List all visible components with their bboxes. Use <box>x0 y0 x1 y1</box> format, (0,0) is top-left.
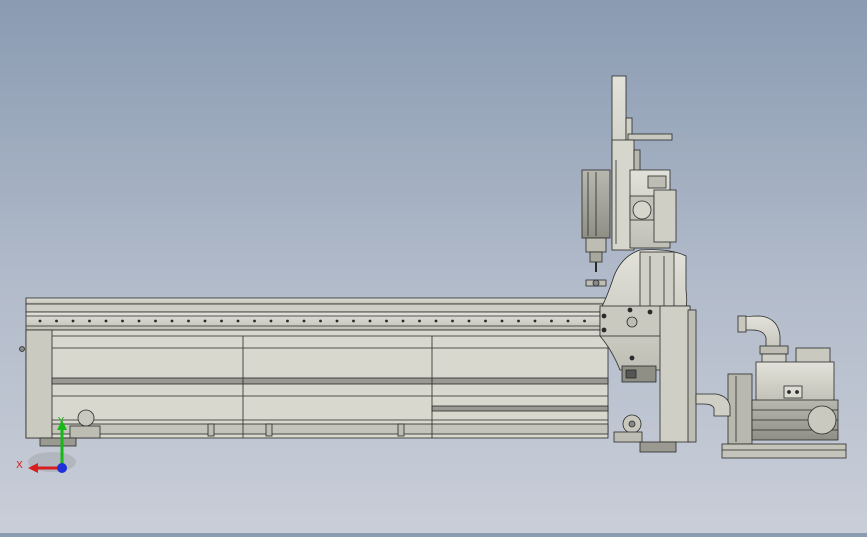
bed-bottom-beam <box>51 423 609 435</box>
pump-outlet-pipe <box>695 393 731 417</box>
bed-foot-left <box>39 437 77 447</box>
cad-drawing: Y X <box>16 75 847 473</box>
rack-tooth <box>187 319 190 323</box>
rack-tooth <box>368 319 372 323</box>
rack-tooth <box>286 319 289 323</box>
rack-tooth <box>154 319 157 323</box>
rack-tooth <box>401 319 405 323</box>
rack-tooth <box>88 319 91 323</box>
bed-end-plate <box>25 329 53 439</box>
rack-tooth <box>137 319 141 323</box>
spindle-collet <box>585 237 607 253</box>
gantry-frame <box>599 249 697 453</box>
rack-tooth <box>236 319 240 323</box>
rack-tooth <box>500 319 504 323</box>
rack-tooth <box>533 319 537 323</box>
z-axis-top-bracket <box>627 133 673 141</box>
bed-upper-rail <box>25 303 609 313</box>
bed-slot <box>51 377 609 385</box>
z-axis-bearing <box>632 200 652 220</box>
rack-tooth <box>203 319 207 323</box>
rack-tooth <box>302 319 306 323</box>
rack-tooth <box>550 319 553 323</box>
machine-bed <box>19 297 609 447</box>
cad-viewport[interactable]: Y X <box>0 0 867 533</box>
z-axis-indicator <box>57 463 67 473</box>
rack-tooth <box>319 319 322 323</box>
y-axis-label: Y <box>57 416 65 427</box>
rack-tooth <box>566 319 570 323</box>
rack-tooth <box>583 319 586 323</box>
bed-roller-left <box>77 409 95 427</box>
x-axis-label: X <box>16 460 23 471</box>
rack-tooth <box>253 319 256 323</box>
rack-tooth <box>104 319 108 323</box>
rack-tooth <box>170 319 174 323</box>
rack-tooth <box>385 319 388 323</box>
rack-tooth <box>418 319 421 323</box>
rack-tooth <box>517 319 520 323</box>
vacuum-pump <box>695 315 847 459</box>
rack-tooth <box>335 319 339 323</box>
rack-tooth <box>352 319 355 323</box>
rack-tooth <box>220 319 223 323</box>
bed-top-rail <box>25 297 609 305</box>
bed-slot-lower <box>431 405 609 412</box>
pump-blower <box>727 373 753 445</box>
gantry-leg <box>659 305 691 443</box>
rack-tooth <box>71 319 75 323</box>
rack-tooth <box>484 319 487 323</box>
pump-base <box>721 443 847 459</box>
rack-tooth <box>38 319 42 323</box>
rack-tooth <box>269 319 273 323</box>
rack-tooth <box>121 319 124 323</box>
bed-rack-rail <box>25 311 609 331</box>
rack-tooth <box>467 319 471 323</box>
gantry-foot <box>639 441 677 453</box>
rack-tooth <box>451 319 454 323</box>
rack-tooth <box>55 319 58 323</box>
gantry-upright <box>639 251 675 311</box>
rack-tooth <box>434 319 438 323</box>
